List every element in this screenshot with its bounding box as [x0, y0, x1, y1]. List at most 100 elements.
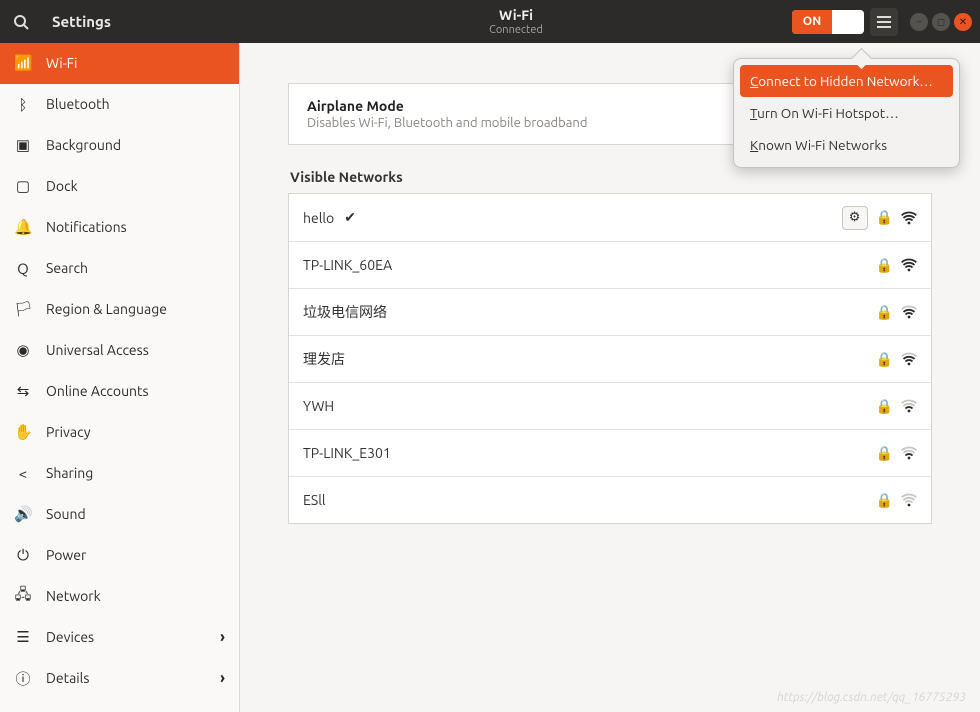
lock-icon: 🔒 [876, 398, 893, 415]
popover-item[interactable]: Connect to Hidden Network… [740, 65, 953, 97]
page-title: Wi-Fi [499, 8, 533, 22]
sidebar-icon: Q [14, 260, 32, 277]
app-title: Settings [42, 13, 240, 30]
lock-icon: 🔒 [876, 209, 893, 226]
sidebar-item-label: Network [46, 588, 101, 604]
lock-icon: 🔒 [876, 304, 893, 321]
network-row[interactable]: ESll 🔒 [289, 476, 931, 523]
sidebar-item-bluetooth[interactable]: ᛒ Bluetooth [0, 84, 239, 125]
search-icon [13, 14, 29, 30]
network-row[interactable]: hello ✔ ⚙ 🔒 [289, 194, 931, 241]
sidebar-item-label: Wi-Fi [46, 55, 77, 71]
sidebar-item-label: Bluetooth [46, 96, 110, 112]
network-row[interactable]: 理发店 🔒 [289, 335, 931, 382]
sidebar-icon: 🏳 [14, 300, 32, 318]
sidebar-item-label: Devices [46, 629, 94, 645]
sidebar-item-details[interactable]: ⓘ Details › [0, 658, 239, 699]
sidebar-icon: ✋ [14, 423, 32, 441]
sidebar-item-label: Online Accounts [46, 383, 149, 399]
sidebar-icon: ▣ [14, 136, 32, 154]
sidebar-icon: ⏻ [14, 546, 32, 564]
network-name: 理发店 [303, 349, 345, 369]
network-icons: 🔒 [876, 398, 917, 415]
network-icons: ⚙ 🔒 [842, 206, 917, 230]
wifi-toggle-on-label: ON [792, 10, 832, 34]
wifi-menu-popover: Connect to Hidden Network… Turn On Wi-Fi … [733, 58, 960, 168]
network-icons: 🔒 [876, 304, 917, 321]
header-left: Settings [0, 0, 240, 43]
sidebar-icon: ᛒ [14, 96, 32, 113]
network-name: TP-LINK_60EA [303, 257, 392, 273]
network-name-wrap: TP-LINK_E301 [303, 445, 876, 461]
network-name-wrap: ESll [303, 492, 876, 508]
network-row[interactable]: TP-LINK_E301 🔒 [289, 429, 931, 476]
sidebar-item-label: Background [46, 137, 121, 153]
network-name: 垃圾电信网络 [303, 302, 387, 322]
sidebar-item-sound[interactable]: 🔊 Sound [0, 494, 239, 535]
network-icons: 🔒 [876, 492, 917, 509]
sidebar-item-network[interactable]: 🖧 Network [0, 576, 239, 617]
network-name: ESll [303, 492, 326, 508]
sidebar-item-online-accounts[interactable]: ⇆ Online Accounts [0, 371, 239, 412]
sidebar-icon: ☰ [14, 628, 32, 646]
wifi-signal-icon [901, 352, 917, 366]
sidebar-item-notifications[interactable]: 🔔 Notifications [0, 207, 239, 248]
sidebar-item-wi-fi[interactable]: 📶 Wi-Fi [0, 43, 239, 84]
header-right: ON – ◻ ✕ [792, 0, 980, 43]
popover-item[interactable]: Turn On Wi-Fi Hotspot… [740, 97, 953, 129]
network-name-wrap: TP-LINK_60EA [303, 257, 876, 273]
maximize-button[interactable]: ◻ [932, 13, 950, 31]
network-row[interactable]: YWH 🔒 [289, 382, 931, 429]
hamburger-button[interactable] [870, 8, 898, 36]
network-icons: 🔒 [876, 445, 917, 462]
popover-item-label: Turn On Wi-Fi Hotspot… [750, 105, 899, 121]
sidebar-item-label: Search [46, 260, 88, 276]
network-name: hello [303, 210, 334, 226]
hamburger-icon [877, 16, 891, 28]
visible-networks-heading: Visible Networks [290, 169, 930, 185]
minimize-button[interactable]: – [910, 13, 928, 31]
window-controls: – ◻ ✕ [910, 13, 972, 31]
network-name: TP-LINK_E301 [303, 445, 391, 461]
sidebar-item-search[interactable]: Q Search [0, 248, 239, 289]
sidebar-item-devices[interactable]: ☰ Devices › [0, 617, 239, 658]
sidebar-item-privacy[interactable]: ✋ Privacy [0, 412, 239, 453]
sidebar-item-power[interactable]: ⏻ Power [0, 535, 239, 576]
network-settings-button[interactable]: ⚙ [842, 206, 868, 230]
network-name-wrap: YWH [303, 398, 876, 414]
sidebar-item-region-language[interactable]: 🏳 Region & Language [0, 289, 239, 330]
sidebar-icon: < [14, 465, 32, 482]
sidebar-item-background[interactable]: ▣ Background [0, 125, 239, 166]
network-icons: 🔒 [876, 257, 917, 274]
lock-icon: 🔒 [876, 257, 893, 274]
sidebar-item-label: Power [46, 547, 86, 563]
network-row[interactable]: TP-LINK_60EA 🔒 [289, 241, 931, 288]
sidebar-item-sharing[interactable]: < Sharing [0, 453, 239, 494]
sidebar-item-label: Privacy [46, 424, 90, 440]
wifi-signal-icon [901, 211, 917, 225]
wifi-signal-icon [901, 399, 917, 413]
popover-item-label: Connect to Hidden Network… [750, 73, 933, 89]
network-row[interactable]: 垃圾电信网络 🔒 [289, 288, 931, 335]
network-name: YWH [303, 398, 334, 414]
wifi-signal-icon [901, 493, 917, 507]
popover-item[interactable]: Known Wi-Fi Networks [740, 129, 953, 161]
wifi-signal-icon [901, 305, 917, 319]
connected-check-icon: ✔ [344, 209, 356, 226]
network-name-wrap: hello ✔ [303, 209, 842, 226]
chevron-right-icon: › [220, 669, 225, 687]
sidebar-item-label: Region & Language [46, 301, 167, 317]
search-button[interactable] [0, 14, 42, 30]
network-name-wrap: 垃圾电信网络 [303, 302, 876, 322]
sidebar-item-dock[interactable]: ▢ Dock [0, 166, 239, 207]
network-name-wrap: 理发店 [303, 349, 876, 369]
sidebar-item-label: Dock [46, 178, 78, 194]
close-button[interactable]: ✕ [954, 13, 972, 31]
sidebar-icon: ▢ [14, 177, 32, 195]
sidebar-item-universal-access[interactable]: ◉ Universal Access [0, 330, 239, 371]
sidebar-item-label: Sound [46, 506, 86, 522]
lock-icon: 🔒 [876, 492, 893, 509]
wifi-toggle[interactable]: ON [792, 10, 864, 34]
sidebar: 📶 Wi-Fi ᛒ Bluetooth ▣ Background ▢ Dock … [0, 43, 240, 712]
lock-icon: 🔒 [876, 445, 893, 462]
